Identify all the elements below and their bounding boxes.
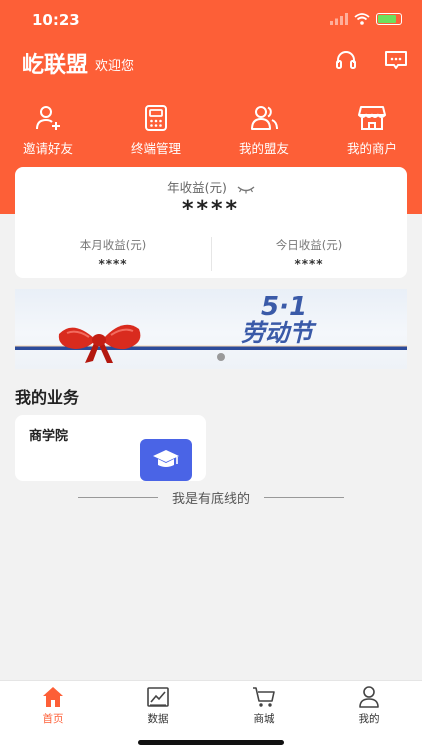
business-item-academy[interactable]: 商学院 [15, 415, 206, 481]
cart-icon [253, 687, 275, 707]
tab-mall-label: 商城 [253, 713, 275, 725]
quick-item-invite-friends[interactable]: 邀请好友 [0, 104, 98, 157]
quick-item-my-merchants[interactable]: 我的商户 [322, 104, 422, 157]
quick-item-terminal-management[interactable]: 终端管理 [106, 104, 206, 157]
tab-mine-label: 我的 [358, 713, 380, 725]
banner-pagination-dot[interactable] [217, 353, 225, 361]
store-icon [358, 106, 386, 130]
chart-icon [147, 687, 169, 707]
tab-mine[interactable]: 我的 [329, 685, 409, 726]
quick-label-terminal: 终端管理 [130, 141, 181, 156]
tab-home[interactable]: 首页 [13, 685, 93, 726]
add-user-icon [36, 106, 60, 130]
home-icon [43, 687, 63, 707]
user-icon [359, 686, 379, 708]
quick-nav: 邀请好友 终端管理 我的盟友 我的商户 [0, 104, 422, 158]
status-time: 10:23 [32, 11, 80, 29]
tab-data[interactable]: 数据 [118, 685, 198, 726]
status-bar: 10:23 [0, 0, 422, 40]
tab-data-label: 数据 [147, 713, 169, 725]
footer-note-text: 我是有底线的 [171, 492, 250, 507]
my-business-title: 我的业务 [15, 388, 80, 407]
month-earnings-label: 本月收益(元) [79, 238, 147, 252]
today-earnings: 今日收益(元) **** [211, 237, 407, 271]
message-icon[interactable] [384, 48, 408, 72]
status-icons [330, 13, 402, 25]
welcome-text: 欢迎您 [95, 59, 135, 74]
month-earnings: 本月收益(元) **** [15, 237, 211, 271]
quick-label-allies: 我的盟友 [238, 141, 289, 156]
allies-icon [251, 106, 278, 130]
month-earnings-value: **** [98, 257, 128, 271]
wifi-icon [354, 13, 370, 25]
today-earnings-label: 今日收益(元) [275, 238, 343, 252]
today-earnings-value: **** [294, 257, 324, 271]
svg-text:5·1: 5·1 [261, 292, 307, 322]
red-bow-icon [58, 324, 141, 363]
quick-label-merchants: 我的商户 [346, 141, 397, 156]
year-earnings-label: 年收益(元) [167, 180, 227, 195]
business-item-label: 商学院 [29, 429, 69, 444]
terminal-icon [145, 105, 167, 131]
signal-icon [330, 13, 348, 25]
quick-item-my-allies[interactable]: 我的盟友 [214, 104, 314, 157]
home-indicator [138, 740, 284, 745]
headset-icon[interactable] [334, 48, 358, 72]
tab-home-label: 首页 [42, 713, 64, 725]
footer-line-right [264, 497, 344, 498]
end-of-list-note: 我是有底线的 [0, 487, 422, 507]
year-earnings-row: 年收益(元) [15, 177, 407, 196]
tab-mall[interactable]: 商城 [224, 685, 304, 726]
promo-banner[interactable]: 5·1 劳动节 [15, 289, 407, 369]
banner-artwork: 5·1 劳动节 [15, 292, 407, 363]
app-title: 屹联盟 [22, 53, 89, 78]
quick-label-invite: 邀请好友 [22, 141, 73, 156]
eye-closed-icon[interactable] [237, 184, 255, 194]
earnings-card: 年收益(元) **** 本月收益(元) **** 今日收益(元) **** [15, 167, 407, 278]
year-earnings-value: **** [181, 197, 241, 222]
battery-icon [376, 13, 402, 25]
graduation-cap-icon [140, 439, 192, 481]
svg-text:劳动节: 劳动节 [241, 319, 317, 347]
